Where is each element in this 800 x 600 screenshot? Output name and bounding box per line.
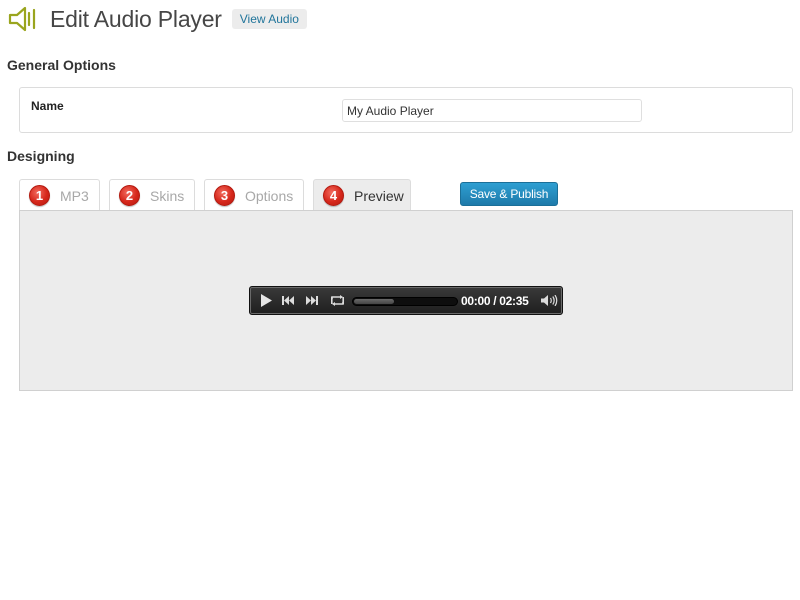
step-badge: 3 xyxy=(214,185,235,206)
repeat-button[interactable] xyxy=(327,287,347,314)
tab-mp3[interactable]: 1 MP3 xyxy=(19,179,100,211)
page-header: Edit Audio Player View Audio xyxy=(8,4,307,34)
tab-preview[interactable]: 4 Preview xyxy=(313,179,411,211)
page-title: Edit Audio Player xyxy=(50,5,222,32)
volume-icon xyxy=(540,295,557,306)
name-input[interactable] xyxy=(342,99,642,122)
time-display: 00:00 / 02:35 xyxy=(461,293,529,308)
next-button[interactable] xyxy=(301,287,321,314)
progress-buffered xyxy=(354,299,394,304)
view-audio-button[interactable]: View Audio xyxy=(231,9,307,29)
next-icon xyxy=(305,296,318,305)
repeat-icon xyxy=(330,295,344,306)
tab-skins[interactable]: 2 Skins xyxy=(109,179,195,211)
play-button[interactable] xyxy=(255,287,277,314)
tab-label: Skins xyxy=(150,187,185,204)
step-badge: 4 xyxy=(323,185,344,206)
volume-button[interactable] xyxy=(538,287,560,314)
designing-heading: Designing xyxy=(7,148,75,164)
step-badge: 2 xyxy=(119,185,140,206)
play-icon xyxy=(261,294,272,307)
audio-player: 00:00 / 02:35 xyxy=(249,286,563,315)
progress-bar[interactable] xyxy=(352,297,458,306)
general-options-heading: General Options xyxy=(7,57,116,73)
speaker-icon xyxy=(8,6,36,32)
edit-audio-player-page: Edit Audio Player View Audio General Opt… xyxy=(0,0,800,600)
tab-label: MP3 xyxy=(60,187,89,204)
step-badge: 1 xyxy=(29,185,50,206)
previous-button[interactable] xyxy=(278,287,298,314)
tab-label: Options xyxy=(245,187,294,204)
name-label: Name xyxy=(31,99,64,113)
tab-label: Preview xyxy=(354,187,404,204)
save-publish-button[interactable]: Save & Publish xyxy=(460,182,558,206)
previous-icon xyxy=(281,296,294,305)
general-options-box: Name xyxy=(19,87,793,133)
tab-options[interactable]: 3 Options xyxy=(204,179,304,211)
